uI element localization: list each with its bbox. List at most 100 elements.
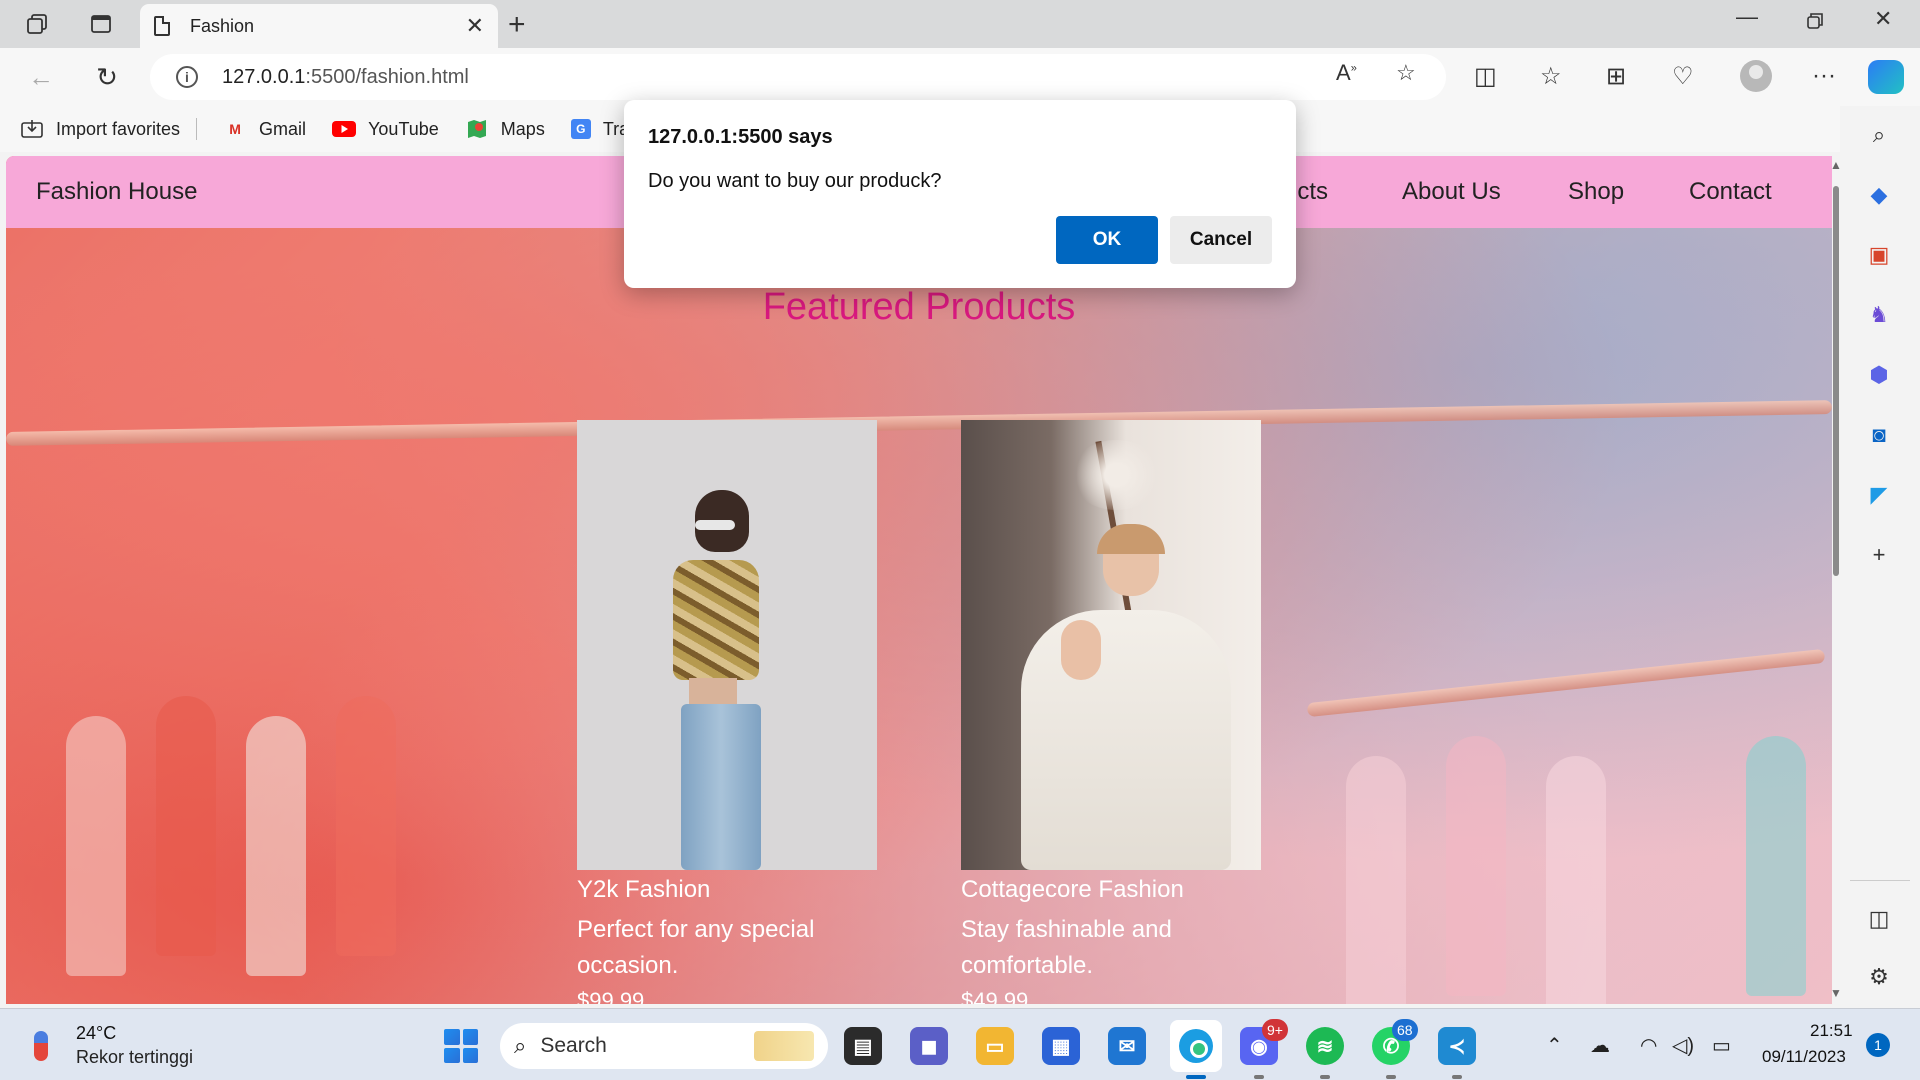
hide-sidebar-icon[interactable]: ◫ bbox=[1864, 904, 1894, 934]
nav-link-shop[interactable]: Shop bbox=[1568, 178, 1624, 206]
rack-rail bbox=[1306, 648, 1826, 718]
fav-label: Gmail bbox=[259, 118, 307, 139]
garment-shape bbox=[336, 696, 396, 956]
battery-icon[interactable]: ▭ bbox=[1712, 1033, 1731, 1058]
vscode-icon[interactable]: ≺ bbox=[1438, 1027, 1476, 1065]
favorites-divider bbox=[196, 118, 198, 140]
sidebar-divider bbox=[1850, 880, 1910, 881]
more-options-icon[interactable]: ··· bbox=[1812, 62, 1836, 90]
weather-desc[interactable]: Rekor tertinggi bbox=[76, 1047, 193, 1068]
taskbar-search[interactable]: ⌕ Search bbox=[500, 1023, 828, 1069]
workspaces-icon[interactable] bbox=[22, 10, 52, 38]
model-waist bbox=[689, 678, 737, 704]
garment-shape bbox=[246, 716, 306, 976]
edge-icon[interactable] bbox=[1170, 1020, 1222, 1072]
favorites-icon[interactable]: ☆ bbox=[1540, 62, 1562, 91]
product-card-y2k[interactable]: Y2k Fashion Perfect for any special occa… bbox=[577, 420, 877, 1004]
dialog-message: Do you want to buy our produck? bbox=[648, 170, 942, 192]
translate-icon: G bbox=[570, 119, 591, 139]
split-screen-icon[interactable]: ◫ bbox=[1474, 62, 1497, 91]
add-icon[interactable]: + bbox=[1864, 540, 1894, 570]
search-icon[interactable]: ⌕ bbox=[1864, 120, 1894, 150]
mail-icon[interactable]: ✉ bbox=[1108, 1027, 1146, 1065]
start-button[interactable] bbox=[444, 1029, 478, 1063]
browser-toolbar: ← ↻ i 127.0.0.1:5500/fashion.html A» ☆ ◫… bbox=[0, 48, 1920, 106]
microsoft365-icon[interactable]: ⬢ bbox=[1864, 360, 1894, 390]
tab-actions-icon[interactable] bbox=[86, 10, 116, 38]
whatsapp-indicator bbox=[1386, 1075, 1396, 1079]
favorite-star-icon[interactable]: ☆ bbox=[1396, 60, 1416, 86]
collections-icon[interactable]: ⊞ bbox=[1606, 62, 1626, 91]
copilot-icon[interactable] bbox=[1868, 60, 1904, 94]
page-icon bbox=[154, 16, 170, 36]
show-hidden-icons[interactable]: ⌃ bbox=[1546, 1033, 1563, 1058]
fav-maps[interactable]: Maps bbox=[465, 119, 545, 140]
read-aloud-icon[interactable]: A» bbox=[1336, 60, 1357, 86]
clock-time[interactable]: 21:51 bbox=[1810, 1021, 1853, 1041]
product-price: $99.99 bbox=[577, 988, 645, 1004]
drop-icon[interactable]: ◤ bbox=[1864, 480, 1894, 510]
model-hair bbox=[1097, 524, 1165, 554]
profile-avatar[interactable] bbox=[1740, 60, 1772, 92]
address-bar[interactable]: i 127.0.0.1:5500/fashion.html A» ☆ bbox=[150, 54, 1446, 100]
onedrive-icon[interactable]: ☁ bbox=[1590, 1033, 1610, 1058]
page-scrollbar[interactable]: ▲ ▼ bbox=[1830, 156, 1842, 1004]
product-description: Perfect for any special occasion. bbox=[577, 916, 815, 979]
product-name: Y2k Fashion bbox=[577, 876, 711, 903]
games-icon[interactable]: ♞ bbox=[1864, 300, 1894, 330]
refresh-icon[interactable]: ↻ bbox=[90, 60, 124, 94]
outlook-icon[interactable]: ◙ bbox=[1864, 420, 1894, 450]
scroll-thumb[interactable] bbox=[1833, 186, 1839, 576]
search-icon: ⌕ bbox=[514, 1033, 527, 1058]
restore-icon[interactable] bbox=[1806, 10, 1824, 36]
vscode-indicator bbox=[1452, 1075, 1462, 1079]
file-explorer-icon[interactable]: ▭ bbox=[976, 1027, 1014, 1065]
product-image[interactable] bbox=[961, 420, 1261, 870]
nav-link-about[interactable]: About Us bbox=[1402, 178, 1501, 206]
tab-fashion[interactable]: Fashion ✕ bbox=[140, 4, 498, 48]
fav-gmail[interactable]: M Gmail bbox=[223, 119, 306, 140]
site-brand[interactable]: Fashion House bbox=[36, 178, 197, 206]
ok-button[interactable]: OK bbox=[1056, 216, 1158, 264]
model-jeans bbox=[681, 704, 761, 870]
spotify-indicator bbox=[1320, 1075, 1330, 1079]
product-image[interactable] bbox=[577, 420, 877, 870]
wifi-icon[interactable]: ◠ bbox=[1640, 1033, 1657, 1058]
site-info-icon[interactable]: i bbox=[176, 66, 198, 88]
garment-shape bbox=[1546, 756, 1606, 1004]
weather-temp[interactable]: 24°C bbox=[76, 1023, 116, 1044]
tools-icon[interactable]: ▣ bbox=[1864, 240, 1894, 270]
nav-link-contact[interactable]: Contact bbox=[1689, 178, 1772, 206]
spotify-icon[interactable]: ≋ bbox=[1306, 1027, 1344, 1065]
product-price: $49.99 bbox=[961, 988, 1029, 1004]
product-card-cottagecore[interactable]: Cottagecore Fashion Stay fashinable and … bbox=[961, 420, 1261, 1004]
model-dress bbox=[1021, 610, 1231, 870]
featured-title: Featured Products bbox=[762, 286, 1076, 328]
model-top bbox=[673, 560, 759, 680]
minimize-icon[interactable]: — bbox=[1736, 4, 1758, 30]
edge-sidebar: ⌕ ◆ ▣ ♞ ⬢ ◙ ◤ + ◫ ⚙ bbox=[1840, 106, 1920, 1004]
fav-youtube[interactable]: YouTube bbox=[332, 119, 439, 140]
fav-label: Import favorites bbox=[56, 118, 181, 139]
dialog-title: 127.0.0.1:5500 says bbox=[648, 126, 833, 148]
thermometer-icon[interactable] bbox=[34, 1031, 48, 1061]
store-icon[interactable]: ▦ bbox=[1042, 1027, 1080, 1065]
cancel-button[interactable]: Cancel bbox=[1170, 216, 1272, 264]
close-tab-icon[interactable]: ✕ bbox=[466, 13, 484, 39]
clock-date[interactable]: 09/11/2023 bbox=[1762, 1047, 1846, 1067]
settings-icon[interactable]: ⚙ bbox=[1864, 962, 1894, 992]
browser-essentials-icon[interactable]: ♡ bbox=[1672, 62, 1694, 91]
scroll-down-icon[interactable]: ▼ bbox=[1830, 986, 1842, 1000]
back-icon[interactable]: ← bbox=[24, 60, 58, 94]
teams-icon[interactable]: ◼ bbox=[910, 1027, 948, 1065]
task-view-icon[interactable]: ▤ bbox=[844, 1027, 882, 1065]
import-icon bbox=[20, 119, 44, 139]
notification-badge[interactable]: 1 bbox=[1866, 1033, 1890, 1057]
new-tab-button[interactable]: + bbox=[508, 8, 526, 42]
confirm-dialog: 127.0.0.1:5500 says Do you want to buy o… bbox=[624, 100, 1296, 288]
fav-import-favorites[interactable]: Import favorites bbox=[20, 119, 180, 140]
volume-icon[interactable]: ◁) bbox=[1672, 1033, 1694, 1058]
close-window-icon[interactable]: ✕ bbox=[1874, 6, 1892, 32]
scroll-up-icon[interactable]: ▲ bbox=[1830, 158, 1842, 172]
shopping-icon[interactable]: ◆ bbox=[1864, 180, 1894, 210]
